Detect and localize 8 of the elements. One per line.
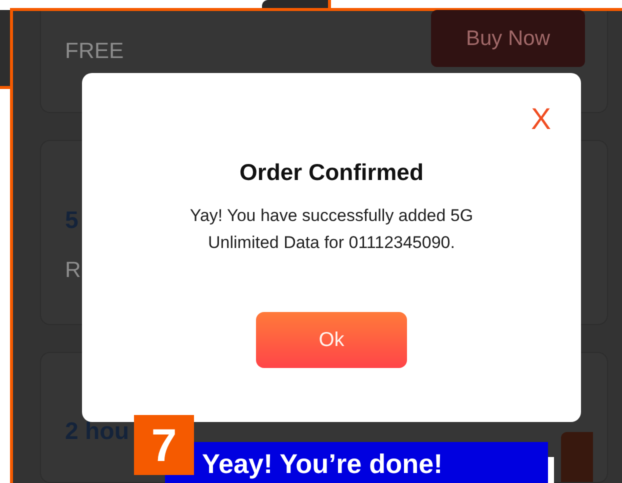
buy-now-button[interactable]: Buy Now <box>431 10 585 67</box>
ok-button[interactable]: Ok <box>256 312 407 368</box>
close-button[interactable]: X <box>530 103 551 137</box>
plan-price: FREE <box>65 38 124 64</box>
dialog-message: Yay! You have successfully added 5G Unlimited Data for 01112345090. <box>188 205 474 254</box>
dialog-title: Order Confirmed <box>239 159 424 186</box>
plan-subtitle: R <box>65 256 81 283</box>
buy-button[interactable] <box>561 432 593 482</box>
